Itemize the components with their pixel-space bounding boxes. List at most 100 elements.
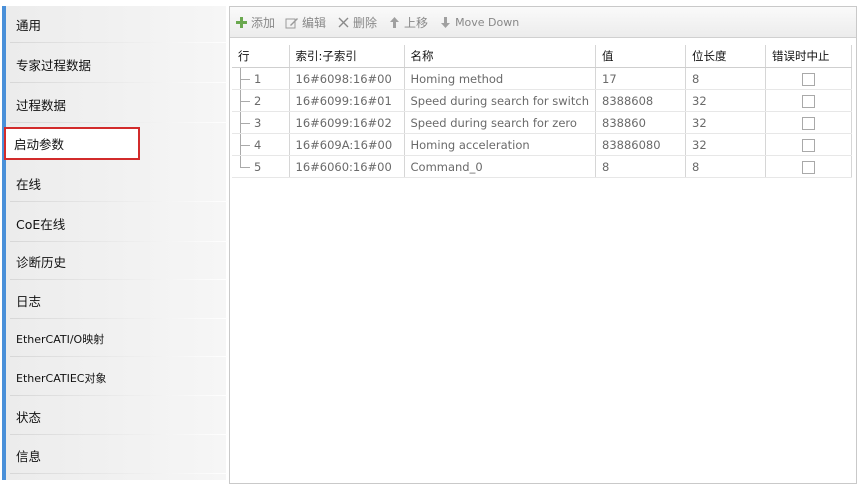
sidebar-item-label: 启动参数 xyxy=(14,137,65,152)
abort-on-error-cell xyxy=(765,155,852,178)
sidebar-item-general[interactable]: 通用 xyxy=(10,6,230,43)
abort-on-error-cell xyxy=(765,111,852,134)
table-row[interactable]: 4 16#609A:16#00 Homing acceleration 8388… xyxy=(232,133,852,156)
tree-branch xyxy=(240,78,250,80)
row-number-cell: 5 xyxy=(232,155,290,178)
toolbar: 添加 编辑 删除 上移 Move Down xyxy=(230,7,856,38)
table-row[interactable]: 3 16#6099:16#02 Speed during search for … xyxy=(232,111,852,134)
table-row[interactable]: 5 16#6060:16#00 Command_0 8 8 xyxy=(232,155,852,178)
column-header-index[interactable]: 索引:子索引 xyxy=(289,45,405,68)
delete-label: 删除 xyxy=(353,15,378,30)
abort-on-error-cell xyxy=(765,89,852,112)
edit-label: 编辑 xyxy=(302,15,327,30)
name-cell: Speed during search for switch xyxy=(404,89,596,112)
abort-on-error-checkbox[interactable] xyxy=(802,160,815,174)
tree-branch xyxy=(240,100,250,102)
table-row[interactable]: 1 16#6098:16#00 Homing method 17 8 xyxy=(232,67,852,90)
bit-length-cell: 8 xyxy=(685,67,766,90)
startup-parameters-panel: 添加 编辑 删除 上移 Move Down 行 索引:子索引 名称 值 位长度 … xyxy=(229,6,857,484)
add-button[interactable]: 添加 xyxy=(234,14,275,31)
tree-line xyxy=(240,156,241,167)
column-header-bit-length[interactable]: 位长度 xyxy=(685,45,766,68)
abort-on-error-checkbox[interactable] xyxy=(802,94,815,108)
sidebar-item-ethercat-io-mapping[interactable]: EtherCATI/O映射 xyxy=(10,320,230,357)
bit-length-cell: 8 xyxy=(685,155,766,178)
value-cell: 838860 xyxy=(595,111,686,134)
sidebar-item-online[interactable]: 在线 xyxy=(10,165,230,202)
sidebar: 通用 专家过程数据 过程数据 启动参数 在线 CoE在线 诊断历史 日志 Eth… xyxy=(2,6,230,480)
table-header-row: 行 索引:子索引 名称 值 位长度 错误时中止 xyxy=(232,45,852,68)
sidebar-item-status[interactable]: 状态 xyxy=(10,398,230,435)
row-number: 5 xyxy=(254,159,262,174)
tree-branch xyxy=(240,166,250,168)
arrow-up-icon xyxy=(387,15,401,29)
arrow-down-icon xyxy=(438,15,452,29)
row-number: 2 xyxy=(254,93,262,108)
sidebar-item-startup-parameters[interactable]: 启动参数 xyxy=(4,127,140,160)
abort-on-error-checkbox[interactable] xyxy=(802,138,815,152)
tree-branch xyxy=(240,122,250,124)
name-cell: Speed during search for zero xyxy=(404,111,596,134)
value-cell: 8 xyxy=(595,155,686,178)
sidebar-item-label: CoE在线 xyxy=(16,217,66,232)
sidebar-item-label: EtherCATI/O映射 xyxy=(16,332,105,346)
bit-length-cell: 32 xyxy=(685,111,766,134)
sidebar-item-process-data[interactable]: 过程数据 xyxy=(10,86,230,123)
abort-on-error-cell xyxy=(765,133,852,156)
sidebar-item-label: 状态 xyxy=(16,410,42,425)
abort-on-error-checkbox[interactable] xyxy=(802,72,815,86)
abort-on-error-cell xyxy=(765,67,852,90)
abort-on-error-checkbox[interactable] xyxy=(802,116,815,130)
value-cell: 17 xyxy=(595,67,686,90)
close-icon xyxy=(336,15,350,29)
sidebar-item-information[interactable]: 信息 xyxy=(10,437,230,474)
sidebar-item-label: EtherCATIEC对象 xyxy=(16,371,107,385)
sidebar-item-label: 通用 xyxy=(16,18,42,33)
edit-icon xyxy=(285,15,299,29)
move-up-button[interactable]: 上移 xyxy=(387,14,428,31)
edit-button[interactable]: 编辑 xyxy=(285,14,326,31)
value-cell: 8388608 xyxy=(595,89,686,112)
delete-button[interactable]: 删除 xyxy=(336,14,377,31)
sidebar-item-ethercat-iec-objects[interactable]: EtherCATIEC对象 xyxy=(10,359,230,396)
index-cell: 16#6098:16#00 xyxy=(289,67,405,90)
index-cell: 16#609A:16#00 xyxy=(289,133,405,156)
name-cell: Homing acceleration xyxy=(404,133,596,156)
sidebar-item-diagnosis-history[interactable]: 诊断历史 xyxy=(10,243,230,280)
name-cell: Command_0 xyxy=(404,155,596,178)
plus-icon xyxy=(234,15,248,29)
table-row[interactable]: 2 16#6099:16#01 Speed during search for … xyxy=(232,89,852,112)
sidebar-item-log[interactable]: 日志 xyxy=(10,282,230,319)
row-number: 3 xyxy=(254,115,262,130)
index-cell: 16#6060:16#00 xyxy=(289,155,405,178)
column-header-name[interactable]: 名称 xyxy=(404,45,596,68)
row-number: 4 xyxy=(254,137,262,152)
bit-length-cell: 32 xyxy=(685,89,766,112)
column-header-abort-on-error[interactable]: 错误时中止 xyxy=(765,45,852,68)
startup-parameters-table: 行 索引:子索引 名称 值 位长度 错误时中止 1 16#6098:16#00 … xyxy=(232,45,852,178)
sidebar-item-label: 在线 xyxy=(16,177,42,192)
sidebar-item-label: 专家过程数据 xyxy=(16,58,92,73)
move-down-button[interactable]: Move Down xyxy=(438,15,519,29)
sidebar-item-label: 过程数据 xyxy=(16,98,67,113)
sidebar-item-expert-process-data[interactable]: 专家过程数据 xyxy=(10,46,230,83)
row-number-cell: 1 xyxy=(232,67,290,90)
tree-branch xyxy=(240,144,250,146)
name-cell: Homing method xyxy=(404,67,596,90)
value-cell: 83886080 xyxy=(595,133,686,156)
row-number-cell: 4 xyxy=(232,133,290,156)
bit-length-cell: 32 xyxy=(685,133,766,156)
sidebar-item-coe-online[interactable]: CoE在线 xyxy=(10,205,230,242)
index-cell: 16#6099:16#01 xyxy=(289,89,405,112)
move-up-label: 上移 xyxy=(404,15,429,30)
move-down-label: Move Down xyxy=(455,15,520,29)
sidebar-item-label: 诊断历史 xyxy=(16,255,67,270)
column-header-row-number[interactable]: 行 xyxy=(232,45,290,68)
index-cell: 16#6099:16#02 xyxy=(289,111,405,134)
sidebar-item-label: 日志 xyxy=(16,294,42,309)
sidebar-item-label: 信息 xyxy=(16,449,42,464)
row-number-cell: 3 xyxy=(232,111,290,134)
row-number: 1 xyxy=(254,71,262,86)
row-number-cell: 2 xyxy=(232,89,290,112)
column-header-value[interactable]: 值 xyxy=(595,45,686,68)
